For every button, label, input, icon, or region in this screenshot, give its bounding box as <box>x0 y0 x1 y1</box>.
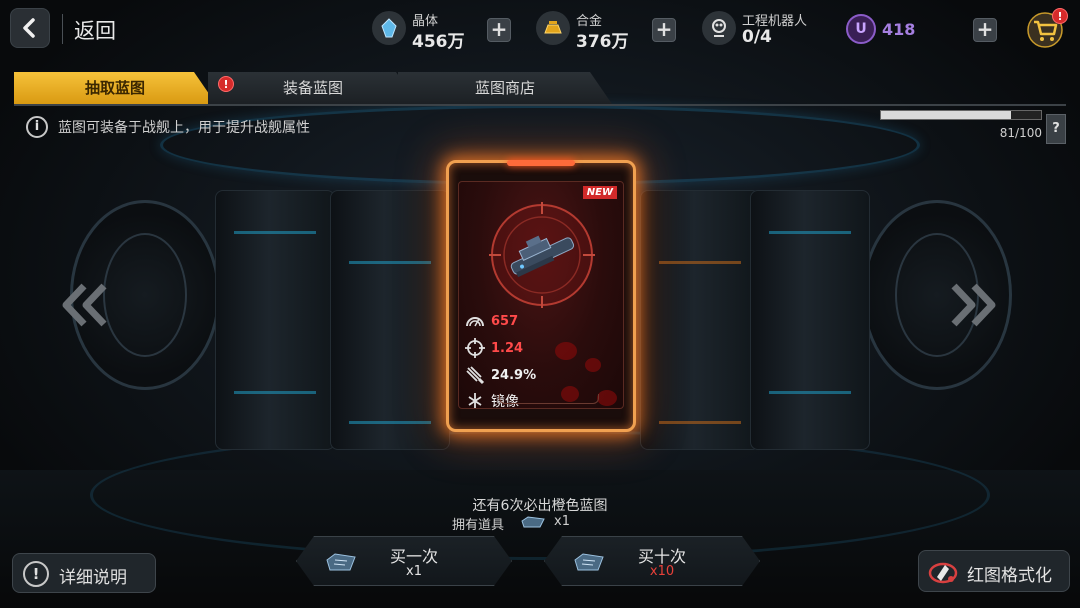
resource-robot: 工程机器人 0/4 <box>702 8 832 50</box>
resource-alloy: 合金 376万 <box>536 8 646 52</box>
decor-splatter <box>555 342 577 360</box>
pillar-left-inner <box>330 190 450 450</box>
pity-counter-text: 还有6次必出橙色蓝图 <box>472 498 608 514</box>
stat-row: 657 <box>465 310 518 332</box>
help-button[interactable]: ? <box>1046 114 1066 144</box>
resource-value: 456万 <box>412 32 465 52</box>
double-chevron-right-icon[interactable] <box>946 282 1000 328</box>
stat-row: 24.9% <box>465 364 536 386</box>
card-top-light <box>507 160 575 166</box>
tab-badge: ! <box>218 76 234 92</box>
notification-badge: ! <box>1052 8 1068 24</box>
pillar-right-inner <box>640 190 760 450</box>
buy-ten-button[interactable]: 买十次 x10 <box>544 536 760 586</box>
resource-value: 376万 <box>576 32 629 52</box>
mirror-skill-icon <box>468 393 482 408</box>
pillar-left-outer <box>215 190 335 450</box>
premium-currency-icon: U <box>846 14 876 44</box>
damage-gauge-icon <box>466 317 484 327</box>
missile-icon <box>466 366 485 385</box>
format-icon <box>928 562 958 584</box>
blueprint-ticket-icon <box>521 516 545 528</box>
card-bottom-plate <box>499 394 599 404</box>
back-label[interactable]: 返回 <box>74 15 116 45</box>
details-button[interactable]: ! 详细说明 <box>12 553 156 593</box>
crosshair-icon <box>465 338 485 358</box>
stat-value: 1.24 <box>491 340 524 356</box>
crystal-icon <box>372 11 406 45</box>
buy-ten-count: x10 <box>649 564 675 579</box>
resource-crystal: 晶体 456万 <box>372 8 482 52</box>
alert-icon: ! <box>23 561 49 587</box>
stat-row: 1.24 <box>465 337 523 359</box>
add-crystal-button[interactable]: + <box>487 18 511 42</box>
progress-fill <box>881 111 1011 119</box>
back-button[interactable] <box>10 8 50 48</box>
chevron-left-icon <box>23 18 35 38</box>
divider <box>62 14 63 44</box>
decor-splatter <box>597 390 617 406</box>
new-tag: NEW <box>582 186 617 199</box>
details-label: 详细说明 <box>59 568 127 588</box>
add-alloy-button[interactable]: + <box>652 18 676 42</box>
red-blueprint-format-button[interactable]: 红图格式化 <box>918 550 1070 592</box>
pillar-right-outer <box>750 190 870 450</box>
info-icon: i <box>26 116 48 138</box>
tab-equip-blueprint[interactable]: 装备蓝图 <box>208 72 418 104</box>
owned-label: 拥有道具 <box>452 518 505 533</box>
owned-count: x1 <box>554 514 570 529</box>
tab-draw-blueprint[interactable]: 抽取蓝图 <box>14 72 216 104</box>
resource-value: 0/4 <box>742 27 772 47</box>
decor-splatter <box>585 358 601 372</box>
alloy-icon <box>536 11 570 45</box>
tab-blueprint-shop[interactable]: 蓝图商店 <box>398 72 612 104</box>
blueprint-card[interactable]: NEW 657 1.24 24.9% 镜像 <box>446 160 636 432</box>
warship-image <box>489 202 595 308</box>
double-chevron-left-icon[interactable] <box>58 282 112 328</box>
top-bar: 返回 晶体 456万 + 合金 376万 + 工程机器人 0/4 U 418 + <box>0 0 1080 58</box>
tab-label: 装备蓝图 <box>282 79 343 97</box>
shop-cart-button[interactable]: ! <box>1026 8 1068 48</box>
owned-items-row: 拥有道具 x1 <box>440 514 640 533</box>
add-premium-button[interactable]: + <box>973 18 997 42</box>
buy-once-count: x1 <box>406 564 422 579</box>
progress-text: 81/100 <box>999 126 1042 140</box>
robot-icon <box>702 11 736 45</box>
info-text: 蓝图可装备于战舰上，用于提升战舰属性 <box>58 120 310 136</box>
draw-progress-bar <box>880 110 1042 120</box>
tab-bar: 抽取蓝图 装备蓝图 ! 蓝图商店 <box>14 72 1066 106</box>
format-label: 红图格式化 <box>967 566 1052 586</box>
buy-once-button[interactable]: 买一次 x1 <box>296 536 512 586</box>
premium-currency-value: 418 <box>882 20 916 39</box>
stat-value: 657 <box>491 313 519 329</box>
stat-value: 24.9% <box>491 367 537 383</box>
card-face: NEW 657 1.24 24.9% 镜像 <box>458 181 624 409</box>
